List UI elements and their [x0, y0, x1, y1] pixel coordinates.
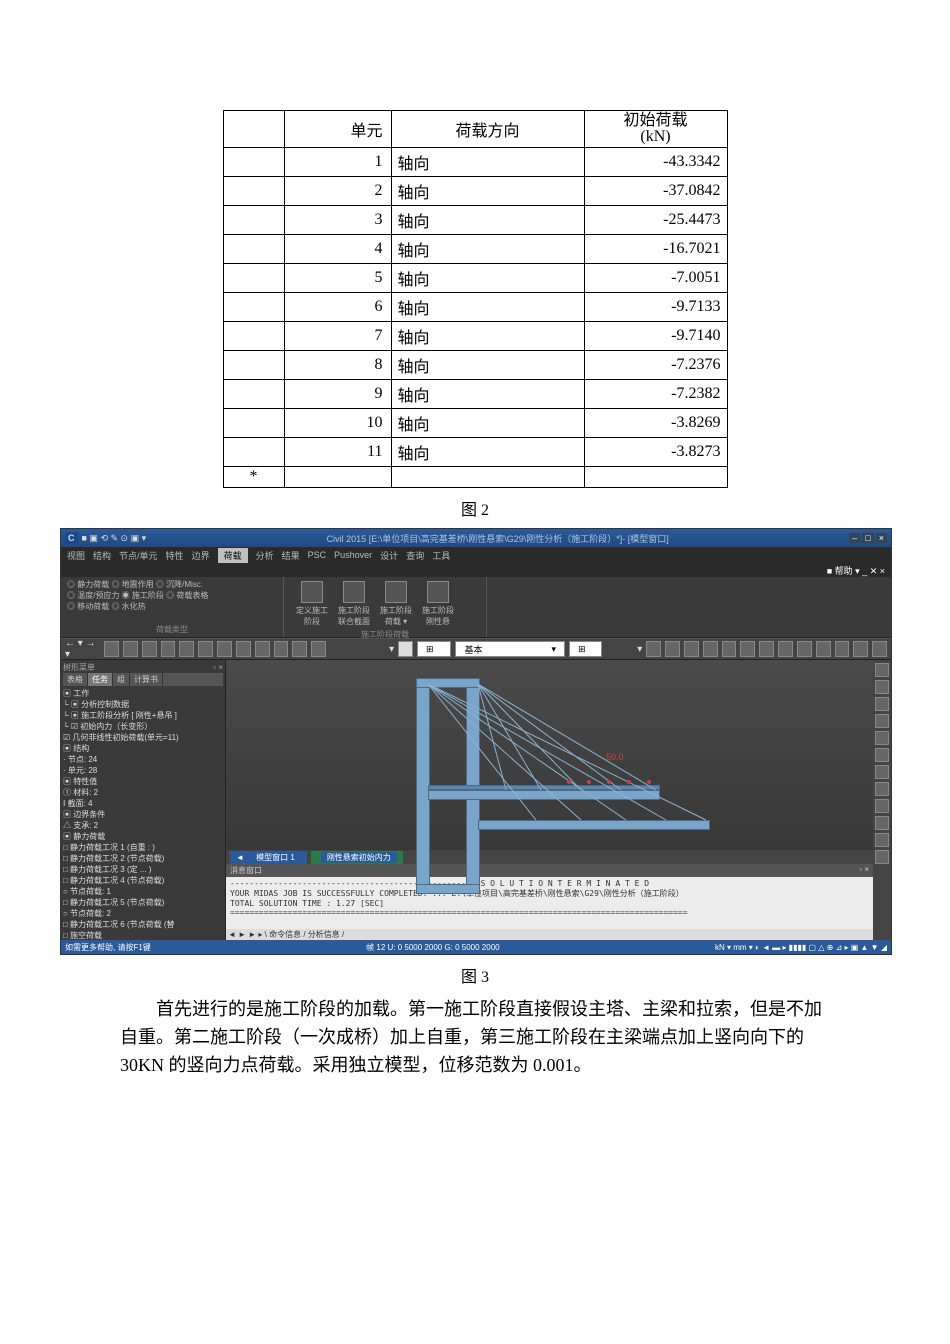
menu-item[interactable]: 边界	[192, 549, 210, 562]
menu-item[interactable]: Pushover	[334, 550, 372, 560]
tree-item[interactable]: └ ▣ 施工阶段分析 [ 刚性+悬吊 ]	[63, 710, 223, 721]
right-toolbar[interactable]	[873, 660, 891, 940]
table-row: 4轴向-16.7021	[223, 235, 727, 264]
menu-item[interactable]: 工具	[432, 549, 450, 562]
col-dir: 荷载方向	[391, 111, 584, 148]
menu-item[interactable]: 荷载	[218, 548, 248, 563]
tree-tab[interactable]: 计算书	[130, 673, 163, 686]
col-unit: 单元	[284, 111, 391, 148]
tree-item[interactable]: ☑ 几何非线性初始荷载(单元=11)	[63, 732, 223, 743]
bottom-tabs[interactable]: ◄ ► ► ▸ \ 命令信息 / 分析信息 /	[226, 929, 873, 940]
table-row: 3轴向-25.4473	[223, 206, 727, 235]
ribbon-button[interactable]: 施工阶段联合截面	[338, 581, 370, 627]
svg-text:50.0: 50.0	[606, 752, 624, 762]
table-row: 9轴向-7.2382	[223, 380, 727, 409]
table-row: 7轴向-9.7140	[223, 322, 727, 351]
tree-item[interactable]: ① 材料: 2	[63, 787, 223, 798]
tree-item[interactable]: ▣ 边界条件	[63, 809, 223, 820]
tree-panel[interactable]: 树形菜单 ▫ × 表格任务组计算书 ▣ 工作└ ▣ 分析控制数据 └ ▣ 施工阶…	[61, 660, 226, 940]
col-load: 初始荷载 (kN)	[584, 111, 727, 148]
table-row: 10轴向-3.8269	[223, 409, 727, 438]
tree-tab[interactable]: 任务	[88, 673, 113, 686]
menu-item[interactable]: 结果	[282, 549, 300, 562]
menu-item[interactable]: 特性	[166, 549, 184, 562]
toolbar[interactable]: ← ▾ → ▾ ▾ ⊞ 基本▾ ⊞ ▾	[61, 638, 891, 660]
menu-item[interactable]: 设计	[380, 549, 398, 562]
fig2-label: 图 2	[60, 496, 890, 520]
tree-item[interactable]: □ 静力荷载工况 1 (自重 : )	[63, 842, 223, 853]
star-cell: *	[223, 467, 284, 488]
titlebar: C ■ ▣ ⟲ ✎ ⊙ ▣ ▾ Civil 2015 [E:\单位项目\高完基差…	[61, 529, 891, 547]
fig3-label: 图 3	[60, 963, 890, 987]
table-row: 5轴向-7.0051	[223, 264, 727, 293]
tree-tab[interactable]: 表格	[63, 673, 88, 686]
menu-item[interactable]: 节点/单元	[119, 549, 158, 562]
3d-viewport[interactable]: 50.0	[226, 660, 873, 850]
ribbon-button[interactable]: 定义施工阶段	[296, 581, 328, 627]
table-row: 11轴向-3.8273	[223, 438, 727, 467]
tree-item[interactable]: └ ☑ 初始内力（长变形）	[63, 721, 223, 732]
blank-header	[223, 111, 284, 148]
menu-item[interactable]: 分析	[256, 549, 274, 562]
tree-item[interactable]: ▣ 工作	[63, 688, 223, 699]
viewport-tabs[interactable]: ◄ 模型窗口 1 刚性悬索初始内力	[226, 850, 873, 864]
tree-item[interactable]: □ 静力荷载工况 6 (节点荷载 (替	[63, 919, 223, 930]
tree-item[interactable]: · 节点: 24	[63, 754, 223, 765]
load-table: 单元 荷载方向 初始荷载 (kN) 1轴向-43.33422轴向-37.0842…	[223, 110, 728, 488]
window-buttons[interactable]: –□×	[849, 533, 887, 543]
tree-item[interactable]: □ 静力荷载工况 3 (定 ... )	[63, 864, 223, 875]
statusbar: 如需更多帮助, 请按F1键 帧 12 U: 0 5000 2000 G: 0 5…	[61, 940, 891, 954]
message-panel: ----------------------------------------…	[226, 877, 873, 929]
app-window: C ■ ▣ ⟲ ✎ ⊙ ▣ ▾ Civil 2015 [E:\单位项目\高完基差…	[60, 528, 892, 955]
tree-item[interactable]: Ⅰ 截面: 4	[63, 798, 223, 809]
tree-item[interactable]: □ 静力荷载工况 2 (节点荷载)	[63, 853, 223, 864]
tree-item[interactable]: ○ 节点荷载: 1	[63, 886, 223, 897]
table-row: 6轴向-9.7133	[223, 293, 727, 322]
tree-tab[interactable]: 组	[113, 673, 130, 686]
tree-item[interactable]: └ ▣ 分析控制数据	[63, 699, 223, 710]
ribbon-button[interactable]: 施工阶段刚性悬	[422, 581, 454, 627]
tree-item[interactable]: □ 静力荷载工况 5 (节点荷载)	[63, 897, 223, 908]
menu-item[interactable]: 视图	[67, 549, 85, 562]
menubar[interactable]: 视图结构节点/单元特性边界荷载分析结果 PSC Pushover 设计查询工具	[61, 547, 891, 563]
menu-item[interactable]: 查询	[406, 549, 424, 562]
menu-item[interactable]: PSC	[308, 550, 327, 560]
tree-item[interactable]: □ 施空荷载	[63, 930, 223, 940]
tree-item[interactable]: ▣ 特性值	[63, 776, 223, 787]
help-zone[interactable]: ■ 帮助 ▾ _ ✕ ×	[827, 564, 885, 577]
tree-item[interactable]: ○ 节点荷载: 2	[63, 908, 223, 919]
menu-item[interactable]: 结构	[93, 549, 111, 562]
dropdown-basic[interactable]: 基本▾	[455, 641, 565, 657]
paragraph: 首先进行的是施工阶段的加载。第一施工阶段直接假设主塔、主梁和拉索，但是不加自重。…	[120, 995, 830, 1079]
tree-item[interactable]: ▣ 静力荷载	[63, 831, 223, 842]
app-logo: C	[65, 532, 78, 544]
ribbon[interactable]: ◎ 静力荷载 ◎ 地震作用 ◎ 沉降/Misc. ◎ 温度/预应力 ◉ 施工阶段…	[61, 577, 891, 638]
tree-item[interactable]: · 单元: 28	[63, 765, 223, 776]
tree-item[interactable]: ▣ 结构	[63, 743, 223, 754]
tree-item[interactable]: △ 支承: 2	[63, 820, 223, 831]
ribbon-button[interactable]: 施工阶段荷载 ▾	[380, 581, 412, 627]
tree-item[interactable]: □ 静力荷载工况 4 (节点荷载)	[63, 875, 223, 886]
table-row: 1轴向-43.3342	[223, 148, 727, 177]
table-row: 8轴向-7.2376	[223, 351, 727, 380]
table-row: 2轴向-37.0842	[223, 177, 727, 206]
